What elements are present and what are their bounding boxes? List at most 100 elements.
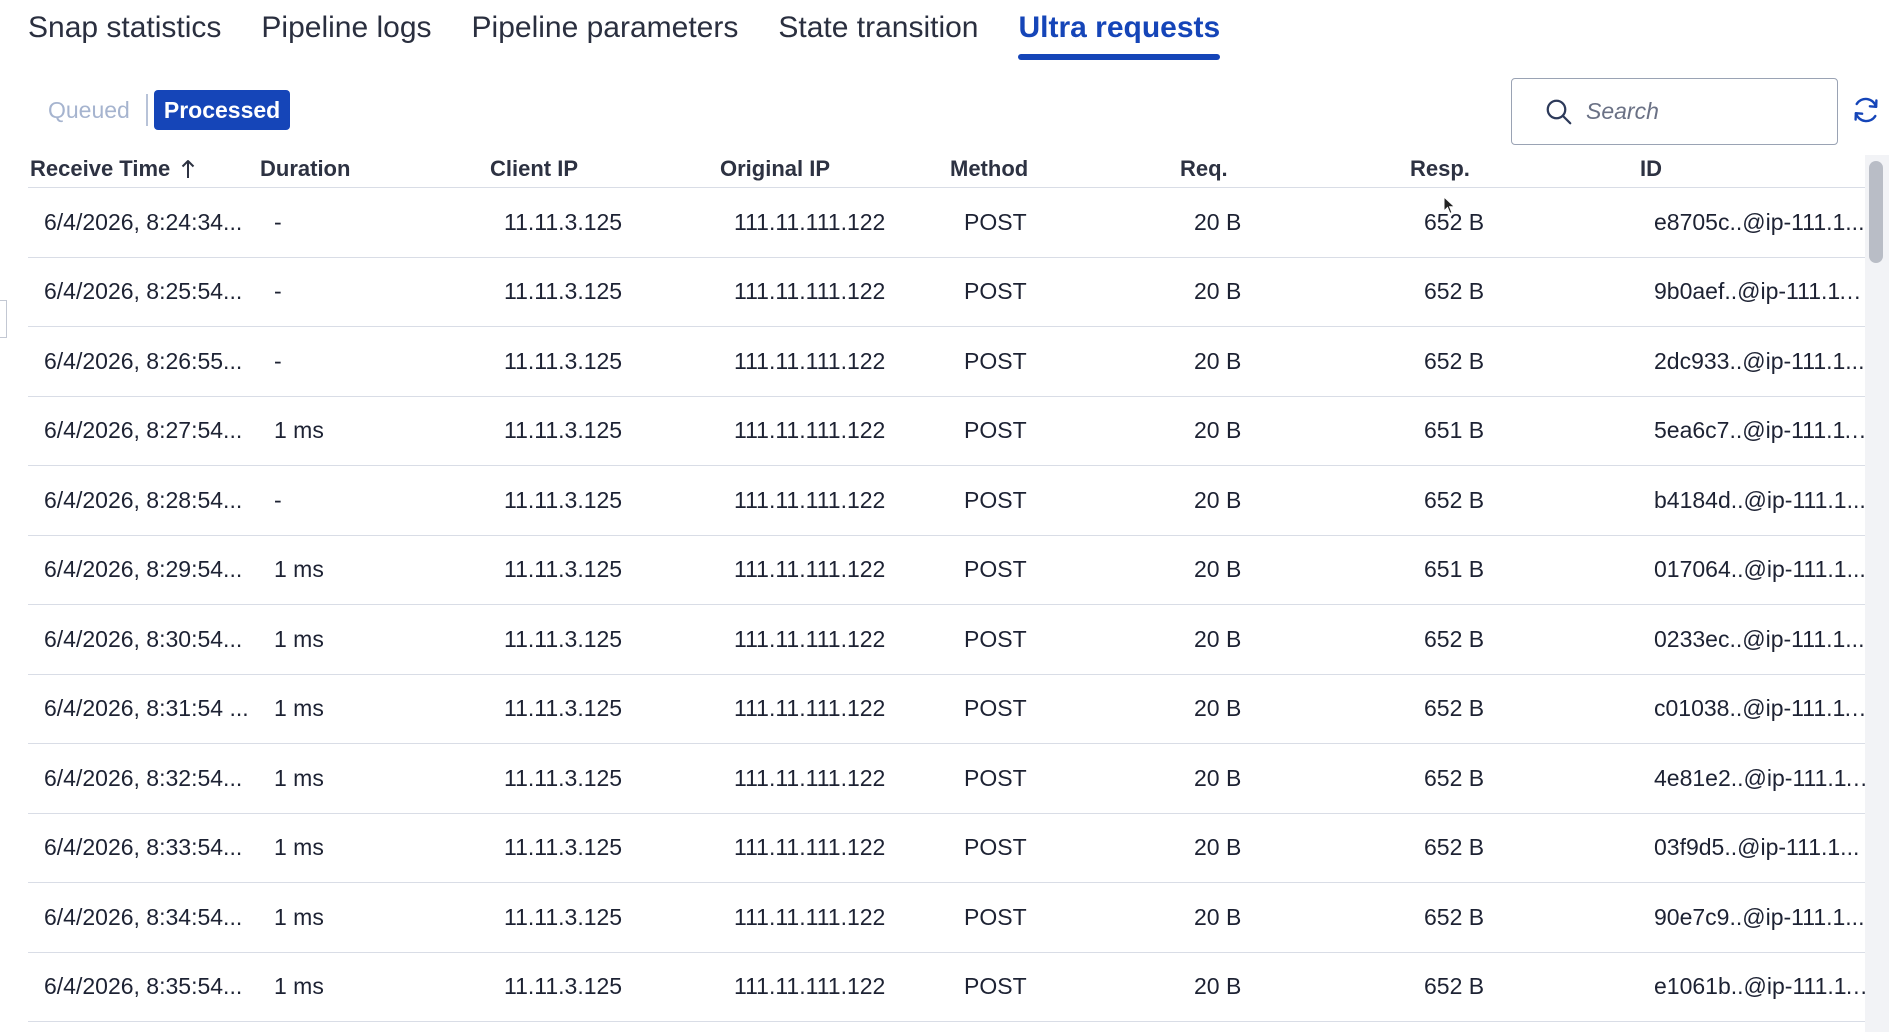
cell-req-size: 20 B (1194, 417, 1242, 444)
table-row[interactable]: 6/4/2026, 8:30:54... 1 ms 11.11.3.125 111.1… (28, 605, 1870, 675)
queued-toggle-button[interactable]: Queued (38, 90, 140, 130)
cell-id: 9b0aef..@ip-111.11... (1654, 278, 1870, 305)
cell-client-ip: 11.11.3.125 (504, 903, 623, 930)
column-header-id[interactable]: ID (1638, 156, 1870, 182)
column-header-method[interactable]: Method (948, 156, 1178, 182)
cell-id: 90e7c9..@ip-111.1... (1654, 903, 1865, 930)
cell-req-size: 20 B (1194, 973, 1242, 1000)
cell-id: c01038..@ip-111.11... (1654, 695, 1870, 722)
cell-client-ip: 11.11.3.125 (504, 347, 623, 374)
cell-id: b4184d..@ip-111.1... (1654, 486, 1866, 513)
cell-resp-size: 652 B (1424, 625, 1485, 652)
cell-original-ip: 111.11.111.122 (734, 556, 886, 583)
cell-id: e8705c..@ip-111.1... (1654, 208, 1865, 235)
cell-receive-time: 6/4/2026, 8:24:34... (44, 208, 243, 235)
ultra-requests-page: Snap statistics Pipeline logs Pipeline p… (0, 0, 1894, 1032)
cell-client-ip: 11.11.3.125 (504, 625, 623, 652)
cell-duration: 1 ms (274, 695, 324, 722)
cell-method: POST (964, 973, 1027, 1000)
cell-id: 0233ec..@ip-111.1... (1654, 625, 1865, 652)
column-header-req[interactable]: Req. (1178, 156, 1408, 182)
tab-state-transition[interactable]: State transition (778, 0, 978, 56)
cell-duration: 1 ms (274, 556, 324, 583)
cell-client-ip: 11.11.3.125 (504, 695, 623, 722)
table-row[interactable]: 6/4/2026, 8:32:54... 1 ms 11.11.3.125 111.1… (28, 744, 1870, 814)
queue-status-toggle: Queued Processed (38, 90, 291, 130)
cell-req-size: 20 B (1194, 695, 1242, 722)
cell-client-ip: 11.11.3.125 (504, 556, 623, 583)
cell-original-ip: 111.11.111.122 (734, 347, 886, 374)
column-header-receive-time[interactable]: Receive Time (28, 156, 258, 182)
cell-resp-size: 652 B (1424, 903, 1485, 930)
cell-duration: 1 ms (274, 973, 324, 1000)
search-input[interactable] (1586, 98, 1806, 125)
table-row-partial[interactable] (28, 1022, 1870, 1032)
cell-original-ip: 111.11.111.122 (734, 834, 886, 861)
cell-duration: 1 ms (274, 417, 324, 444)
cell-original-ip: 111.11.111.122 (734, 903, 886, 930)
cell-client-ip: 11.11.3.125 (504, 486, 623, 513)
cell-method: POST (964, 347, 1027, 374)
cell-method: POST (964, 695, 1027, 722)
cell-resp-size: 651 B (1424, 417, 1485, 444)
cell-client-ip: 11.11.3.125 (504, 764, 623, 791)
table-row[interactable]: 6/4/2026, 8:28:54... - 11.11.3.125 111.11.1… (28, 466, 1870, 536)
cell-duration: 1 ms (274, 625, 324, 652)
table-row[interactable]: 6/4/2026, 8:35:54... 1 ms 11.11.3.125 111.1… (28, 953, 1870, 1022)
cell-resp-size: 652 B (1424, 973, 1485, 1000)
table-row[interactable]: 6/4/2026, 8:25:54... - 11.11.3.125 111.11.1… (28, 258, 1870, 327)
cell-original-ip: 111.11.111.122 (734, 695, 886, 722)
cell-resp-size: 651 B (1424, 556, 1485, 583)
toggle-divider (145, 94, 148, 126)
column-header-client-ip[interactable]: Client IP (488, 156, 718, 182)
table-body: 6/4/2026, 8:24:34... - 11.11.3.125 111.11.1… (28, 188, 1870, 1022)
cell-method: POST (964, 903, 1027, 930)
table-row[interactable]: 6/4/2026, 8:33:54... 1 ms 11.11.3.125 111.1… (28, 814, 1870, 883)
tab-snap-statistics[interactable]: Snap statistics (28, 0, 221, 56)
column-header-resp[interactable]: Resp. (1408, 156, 1638, 182)
table-row[interactable]: 6/4/2026, 8:24:34... - 11.11.3.125 111.11.1… (28, 188, 1870, 258)
cell-method: POST (964, 764, 1027, 791)
cell-method: POST (964, 417, 1027, 444)
cell-original-ip: 111.11.111.122 (734, 764, 886, 791)
cell-duration: - (274, 278, 282, 305)
cell-req-size: 20 B (1194, 625, 1242, 652)
cell-method: POST (964, 486, 1027, 513)
processed-toggle-button[interactable]: Processed (153, 90, 291, 130)
mouse-cursor-icon (1443, 196, 1456, 215)
cell-duration: - (274, 208, 282, 235)
cell-original-ip: 111.11.111.122 (734, 486, 886, 513)
table-row[interactable]: 6/4/2026, 8:26:55... - 11.11.3.125 111.11.1… (28, 327, 1870, 397)
column-header-original-ip[interactable]: Original IP (718, 156, 948, 182)
scrollbar-thumb[interactable] (1869, 161, 1883, 263)
column-header-duration[interactable]: Duration (258, 156, 488, 182)
cell-original-ip: 111.11.111.122 (734, 625, 886, 652)
cell-req-size: 20 B (1194, 208, 1242, 235)
cell-receive-time: 6/4/2026, 8:32:54... (44, 764, 243, 791)
tab-ultra-requests[interactable]: Ultra requests (1018, 0, 1220, 60)
cell-original-ip: 111.11.111.122 (734, 278, 886, 305)
table-row[interactable]: 6/4/2026, 8:29:54... 1 ms 11.11.3.125 111.1… (28, 536, 1870, 605)
table-header: Receive Time Duration Client IP Original… (28, 150, 1870, 188)
cell-receive-time: 6/4/2026, 8:28:54... (44, 486, 243, 513)
cell-req-size: 20 B (1194, 347, 1242, 374)
tab-pipeline-logs[interactable]: Pipeline logs (261, 0, 431, 56)
cell-client-ip: 11.11.3.125 (504, 973, 623, 1000)
cell-resp-size: 652 B (1424, 486, 1485, 513)
cell-client-ip: 11.11.3.125 (504, 417, 623, 444)
table-row[interactable]: 6/4/2026, 8:31:54 ... 1 ms 11.11.3.125 111.… (28, 675, 1870, 744)
table-scrollbar[interactable] (1865, 155, 1889, 1032)
cell-id: 5ea6c7..@ip-111.11... (1654, 417, 1870, 444)
cell-receive-time: 6/4/2026, 8:30:54... (44, 625, 243, 652)
tab-pipeline-parameters[interactable]: Pipeline parameters (472, 0, 739, 56)
cell-duration: - (274, 486, 282, 513)
search-box (1511, 78, 1838, 145)
cell-receive-time: 6/4/2026, 8:31:54 ... (44, 695, 249, 722)
panel-resize-handle[interactable] (0, 300, 7, 338)
cell-method: POST (964, 208, 1027, 235)
table-row[interactable]: 6/4/2026, 8:27:54... 1 ms 11.11.3.125 111.1… (28, 397, 1870, 466)
cell-client-ip: 11.11.3.125 (504, 834, 623, 861)
refresh-icon[interactable] (1850, 94, 1882, 126)
table-row[interactable]: 6/4/2026, 8:34:54... 1 ms 11.11.3.125 111.1… (28, 883, 1870, 953)
cell-id: 03f9d5..@ip-111.1... (1654, 834, 1860, 861)
